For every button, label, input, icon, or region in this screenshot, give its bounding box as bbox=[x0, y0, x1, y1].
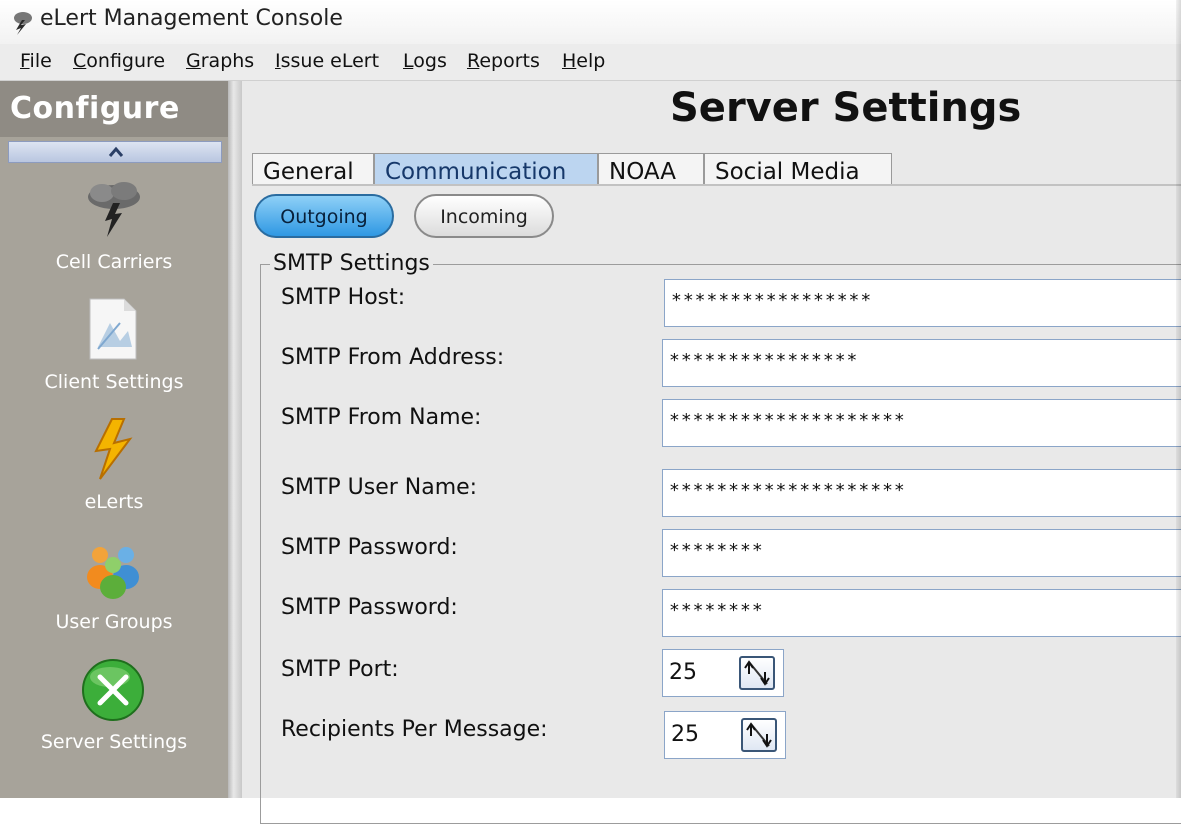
spin-arrows-icon bbox=[744, 660, 770, 686]
smtp-host-field[interactable]: ***************** bbox=[664, 279, 1181, 327]
subtab-incoming[interactable]: Incoming bbox=[414, 194, 554, 238]
window-title: eLert Management Console bbox=[40, 6, 343, 31]
smtp-user-name-field[interactable]: ******************** bbox=[662, 469, 1181, 517]
recipients-spin-button[interactable] bbox=[741, 718, 777, 752]
recipients-per-message-value[interactable]: 25 bbox=[671, 722, 699, 747]
spin-arrows-icon bbox=[746, 722, 772, 748]
sidebar-splitter[interactable] bbox=[228, 81, 242, 798]
tab-divider bbox=[252, 184, 1181, 186]
sidebar-item-label: eLerts bbox=[84, 491, 144, 513]
sidebar-item-label: Server Settings bbox=[40, 731, 188, 753]
menu-graphs[interactable]: Graphs bbox=[186, 50, 254, 72]
sidebar-item-server-settings[interactable]: Server Settings bbox=[0, 657, 228, 775]
chevron-up-icon bbox=[108, 146, 124, 157]
sidebar-header: Configure bbox=[0, 81, 228, 137]
smtp-user-name-label: SMTP User Name: bbox=[281, 475, 478, 500]
smtp-password-confirm-label: SMTP Password: bbox=[281, 595, 458, 620]
smtp-port-spin-button[interactable] bbox=[739, 656, 775, 690]
menu-reports[interactable]: Reports bbox=[467, 50, 540, 72]
wrench-icon bbox=[82, 659, 144, 721]
smtp-host-label: SMTP Host: bbox=[281, 285, 406, 310]
sidebar-item-label: Client Settings bbox=[44, 371, 184, 393]
storm-cloud-icon bbox=[88, 182, 140, 237]
app-logo-icon bbox=[14, 12, 32, 35]
sidebar-item-cell-carriers[interactable]: Cell Carriers bbox=[0, 177, 228, 295]
menu-bar: File Configure Graphs Issue eLert Logs R… bbox=[0, 44, 1181, 81]
sidebar-title: Configure bbox=[10, 91, 180, 126]
sidebar-item-elerts[interactable]: eLerts bbox=[0, 417, 228, 535]
tab-social-media[interactable]: Social Media bbox=[704, 153, 892, 185]
sidebar-item-label: User Groups bbox=[55, 611, 173, 633]
tab-communication[interactable]: Communication bbox=[374, 153, 598, 185]
sidebar-item-label: Cell Carriers bbox=[55, 251, 173, 273]
recipients-per-message-label: Recipients Per Message: bbox=[281, 717, 548, 742]
smtp-port-label: SMTP Port: bbox=[281, 657, 399, 682]
menu-help[interactable]: Help bbox=[562, 50, 605, 72]
smtp-password-label: SMTP Password: bbox=[281, 535, 458, 560]
smtp-port-stepper[interactable]: 25 bbox=[662, 649, 784, 697]
app-window: eLert Management Console File Configure … bbox=[0, 0, 1181, 824]
smtp-group-title: SMTP Settings bbox=[270, 251, 433, 276]
document-icon bbox=[89, 298, 137, 360]
menu-file[interactable]: File bbox=[20, 50, 52, 72]
subtab-outgoing[interactable]: Outgoing bbox=[254, 194, 394, 238]
smtp-from-address-field[interactable]: **************** bbox=[662, 339, 1181, 387]
sidebar-item-user-groups[interactable]: User Groups bbox=[0, 537, 228, 655]
smtp-from-address-label: SMTP From Address: bbox=[281, 345, 505, 370]
configure-sidebar: Configure Cell Carriers Client Settings … bbox=[0, 81, 228, 798]
smtp-password-confirm-field[interactable]: ******** bbox=[662, 589, 1181, 637]
smtp-from-name-label: SMTP From Name: bbox=[281, 405, 482, 430]
smtp-password-field[interactable]: ******** bbox=[662, 529, 1181, 577]
lightning-bolt-icon bbox=[94, 418, 133, 480]
tab-noaa[interactable]: NOAA bbox=[598, 153, 704, 185]
menu-configure[interactable]: Configure bbox=[73, 50, 165, 72]
title-bar: eLert Management Console bbox=[0, 0, 1181, 44]
users-icon bbox=[87, 547, 139, 599]
menu-issue-elert[interactable]: Issue eLert bbox=[275, 50, 379, 72]
window-edge-shadow bbox=[1176, 0, 1181, 798]
smtp-from-name-field[interactable]: ******************** bbox=[662, 399, 1181, 447]
smtp-port-value[interactable]: 25 bbox=[669, 660, 697, 685]
server-settings-panel: Server Settings General Communication NO… bbox=[242, 81, 1181, 824]
recipients-per-message-stepper[interactable]: 25 bbox=[664, 711, 786, 759]
sidebar-scroll-up-button[interactable] bbox=[8, 141, 222, 163]
tab-general[interactable]: General bbox=[252, 153, 374, 185]
page-title: Server Settings bbox=[670, 85, 1022, 131]
menu-logs[interactable]: Logs bbox=[403, 50, 447, 72]
sidebar-item-client-settings[interactable]: Client Settings bbox=[0, 297, 228, 415]
